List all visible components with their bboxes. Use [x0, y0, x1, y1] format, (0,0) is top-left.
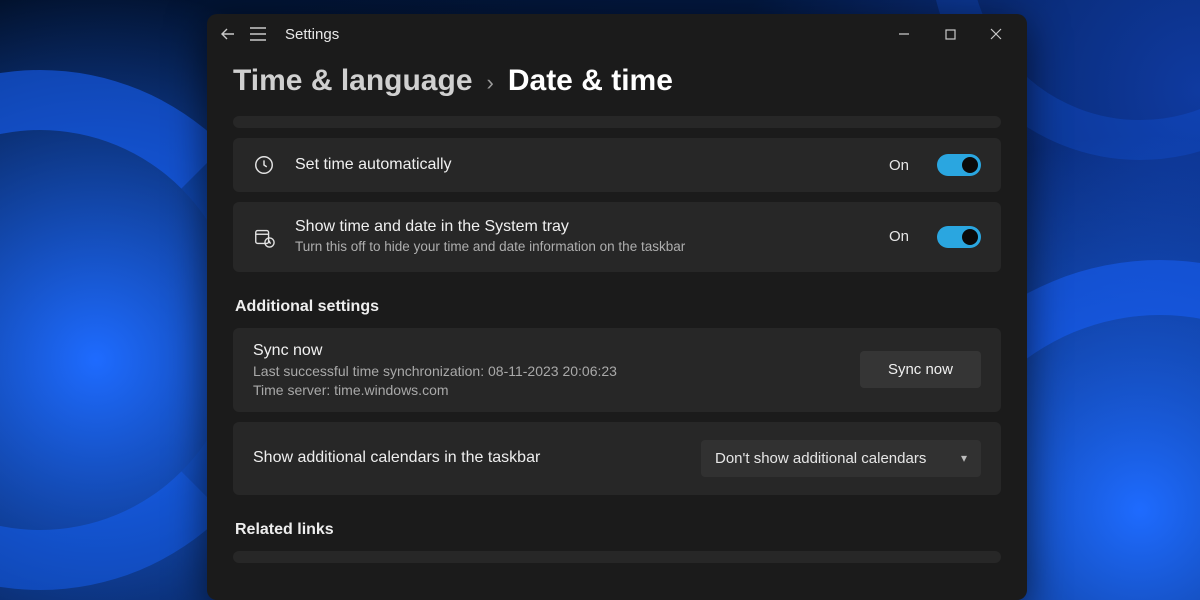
breadcrumb-current: Date & time	[508, 64, 673, 98]
collapsed-card[interactable]	[233, 551, 1001, 563]
back-button[interactable]	[213, 19, 243, 49]
clock-icon	[253, 154, 275, 176]
sync-last-time: Last successful time synchronization: 08…	[253, 363, 840, 379]
setting-subtitle: Turn this off to hide your time and date…	[295, 238, 869, 256]
setting-title: Show time and date in the System tray	[295, 218, 869, 236]
setting-title: Show additional calendars in the taskbar	[253, 449, 681, 467]
toggle-auto-time[interactable]	[937, 154, 981, 176]
calendars-dropdown[interactable]: Don't show additional calendars ▾	[701, 440, 981, 477]
app-title: Settings	[285, 26, 339, 43]
close-button[interactable]	[973, 18, 1019, 50]
setting-row-auto-time[interactable]: Set time automatically On	[233, 138, 1001, 192]
settings-window: Settings Time & language › Date & time S…	[207, 14, 1027, 600]
collapsed-card[interactable]	[233, 116, 1001, 128]
setting-row-additional-calendars: Show additional calendars in the taskbar…	[233, 422, 1001, 495]
menu-button[interactable]	[243, 19, 273, 49]
chevron-right-icon: ›	[487, 70, 494, 96]
sync-title: Sync now	[253, 342, 840, 360]
sync-now-button[interactable]: Sync now	[860, 351, 981, 388]
sync-server: Time server: time.windows.com	[253, 382, 840, 398]
titlebar: Settings	[207, 14, 1027, 54]
breadcrumb-parent[interactable]: Time & language	[233, 64, 473, 98]
chevron-down-icon: ▾	[961, 451, 967, 465]
setting-row-sync-now: Sync now Last successful time synchroniz…	[233, 328, 1001, 412]
toggle-state-label: On	[889, 157, 909, 174]
section-header-additional: Additional settings	[235, 298, 1001, 316]
setting-row-systray-clock[interactable]: Show time and date in the System tray Tu…	[233, 202, 1001, 272]
setting-title: Set time automatically	[295, 156, 869, 174]
toggle-systray-clock[interactable]	[937, 226, 981, 248]
breadcrumb: Time & language › Date & time	[207, 54, 1027, 116]
maximize-button[interactable]	[927, 18, 973, 50]
toggle-state-label: On	[889, 228, 909, 245]
section-header-related: Related links	[235, 521, 1001, 539]
settings-scroll-area[interactable]: Set time automatically On Show time and …	[207, 116, 1027, 596]
calendar-clock-icon	[253, 226, 275, 248]
dropdown-selected: Don't show additional calendars	[715, 450, 926, 467]
minimize-button[interactable]	[881, 18, 927, 50]
